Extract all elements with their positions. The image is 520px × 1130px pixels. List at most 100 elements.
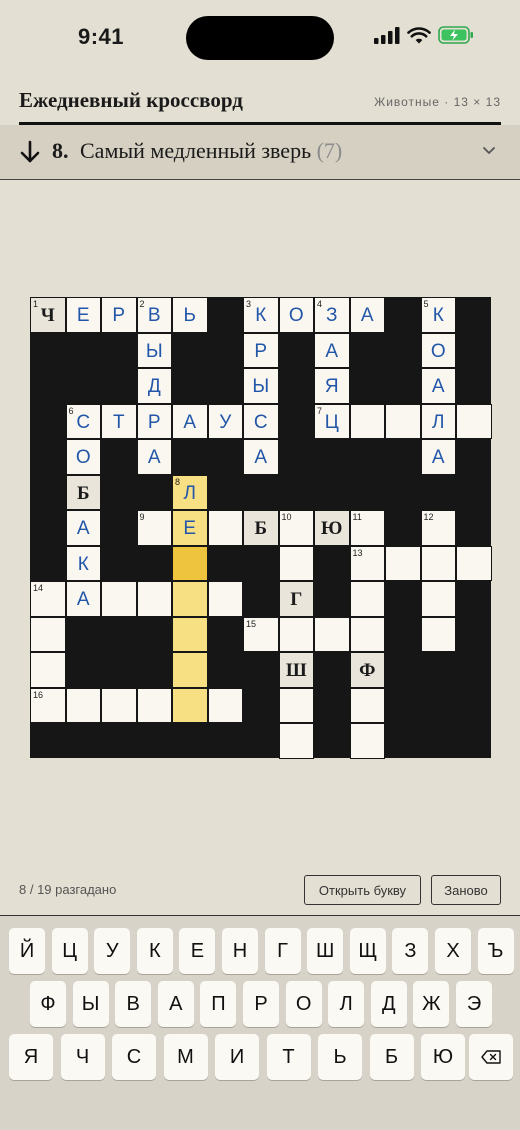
grid-cell[interactable]: 3К bbox=[243, 297, 279, 333]
grid-cell[interactable] bbox=[278, 545, 314, 581]
grid-cell[interactable] bbox=[172, 687, 208, 723]
grid-cell[interactable] bbox=[420, 616, 456, 652]
grid-cell[interactable] bbox=[65, 687, 101, 723]
key-Е[interactable]: Е bbox=[179, 928, 216, 974]
grid-cell[interactable] bbox=[349, 687, 385, 723]
grid-cell[interactable] bbox=[278, 616, 314, 652]
grid-cell[interactable]: Е bbox=[65, 297, 101, 333]
grid-cell[interactable]: Б bbox=[65, 474, 101, 510]
grid-cell[interactable]: О bbox=[65, 439, 101, 475]
key-О[interactable]: О bbox=[285, 981, 322, 1027]
grid-cell[interactable]: 15 bbox=[243, 616, 279, 652]
key-Ж[interactable]: Ж bbox=[413, 981, 450, 1027]
grid-cell[interactable] bbox=[172, 545, 208, 581]
key-Ю[interactable]: Ю bbox=[421, 1034, 465, 1080]
grid-cell[interactable]: О bbox=[278, 297, 314, 333]
key-З[interactable]: З bbox=[392, 928, 429, 974]
chevron-down-icon[interactable] bbox=[482, 146, 496, 156]
key-Х[interactable]: Х bbox=[435, 928, 471, 974]
key-В[interactable]: В bbox=[115, 981, 152, 1027]
grid-cell[interactable] bbox=[420, 545, 456, 581]
grid-cell[interactable]: А bbox=[314, 332, 350, 368]
grid-cell[interactable]: О bbox=[420, 332, 456, 368]
grid-cell[interactable]: Ь bbox=[172, 297, 208, 333]
grid-cell[interactable]: А bbox=[65, 510, 101, 546]
grid-cell[interactable]: Д bbox=[136, 368, 172, 404]
grid-cell[interactable] bbox=[456, 403, 492, 439]
grid-cell[interactable]: 5К bbox=[420, 297, 456, 333]
grid-cell[interactable]: А bbox=[243, 439, 279, 475]
grid-cell[interactable]: Т bbox=[101, 403, 137, 439]
grid-cell[interactable] bbox=[349, 616, 385, 652]
key-М[interactable]: М bbox=[163, 1034, 208, 1080]
reset-button[interactable]: Заново bbox=[431, 875, 501, 905]
grid-cell[interactable]: Б bbox=[243, 510, 279, 546]
grid-cell[interactable]: К bbox=[65, 545, 101, 581]
reveal-letter-button[interactable]: Открыть букву bbox=[304, 875, 421, 905]
grid-cell[interactable]: С bbox=[243, 403, 279, 439]
grid-cell[interactable]: 9 bbox=[136, 510, 172, 546]
grid-cell[interactable]: Г bbox=[278, 581, 314, 617]
grid-cell[interactable]: 2В bbox=[136, 297, 172, 333]
grid-cell[interactable] bbox=[385, 403, 421, 439]
key-И[interactable]: И bbox=[215, 1034, 259, 1080]
key-Н[interactable]: Н bbox=[222, 928, 258, 974]
key-Ф[interactable]: Ф bbox=[30, 981, 66, 1027]
grid-cell[interactable] bbox=[30, 616, 66, 652]
grid-cell[interactable] bbox=[456, 545, 492, 581]
key-Р[interactable]: Р bbox=[243, 981, 279, 1027]
key-Ш[interactable]: Ш bbox=[307, 928, 344, 974]
grid-cell[interactable]: А bbox=[136, 439, 172, 475]
key-Ч[interactable]: Ч bbox=[60, 1034, 105, 1080]
key-Й[interactable]: Й bbox=[9, 928, 45, 974]
grid-cell[interactable]: Ы bbox=[243, 368, 279, 404]
key-Щ[interactable]: Щ bbox=[349, 928, 386, 974]
grid-cell[interactable] bbox=[136, 687, 172, 723]
grid-cell[interactable]: Ю bbox=[314, 510, 350, 546]
grid-cell[interactable]: Я bbox=[314, 368, 350, 404]
key-Т[interactable]: Т bbox=[266, 1034, 311, 1080]
grid-cell[interactable]: А bbox=[420, 368, 456, 404]
grid-cell[interactable] bbox=[207, 581, 243, 617]
key-П[interactable]: П bbox=[200, 981, 237, 1027]
key-Л[interactable]: Л bbox=[328, 981, 365, 1027]
grid-cell[interactable] bbox=[278, 723, 314, 759]
grid-cell[interactable]: Ы bbox=[136, 332, 172, 368]
grid-cell[interactable]: 14 bbox=[30, 581, 66, 617]
grid-cell[interactable] bbox=[314, 616, 350, 652]
grid-cell[interactable] bbox=[136, 581, 172, 617]
grid-cell[interactable]: А bbox=[420, 439, 456, 475]
grid-cell[interactable]: 10 bbox=[278, 510, 314, 546]
grid-cell[interactable]: 12 bbox=[420, 510, 456, 546]
backspace-key[interactable] bbox=[469, 1034, 513, 1080]
grid-cell[interactable] bbox=[420, 581, 456, 617]
key-С[interactable]: С bbox=[112, 1034, 156, 1080]
grid-cell[interactable]: 7Ц bbox=[314, 403, 350, 439]
grid-cell[interactable]: Р bbox=[101, 297, 137, 333]
grid-cell[interactable]: 1Ч bbox=[30, 297, 66, 333]
grid-cell[interactable] bbox=[101, 687, 137, 723]
key-Г[interactable]: Г bbox=[264, 928, 301, 974]
key-У[interactable]: У bbox=[94, 928, 131, 974]
key-Я[interactable]: Я bbox=[9, 1034, 53, 1080]
key-Ъ[interactable]: Ъ bbox=[477, 928, 514, 974]
key-К[interactable]: К bbox=[136, 928, 173, 974]
grid-cell[interactable] bbox=[172, 616, 208, 652]
grid-cell[interactable]: Р bbox=[136, 403, 172, 439]
key-Ь[interactable]: Ь bbox=[318, 1034, 362, 1080]
grid-cell[interactable] bbox=[101, 581, 137, 617]
grid-cell[interactable]: Е bbox=[172, 510, 208, 546]
grid-cell[interactable]: А bbox=[65, 581, 101, 617]
grid-cell[interactable]: 16 bbox=[30, 687, 66, 723]
key-Б[interactable]: Б bbox=[369, 1034, 414, 1080]
grid-cell[interactable]: Р bbox=[243, 332, 279, 368]
grid-cell[interactable]: 8Л bbox=[172, 474, 208, 510]
grid-cell[interactable]: У bbox=[207, 403, 243, 439]
grid-cell[interactable]: 4З bbox=[314, 297, 350, 333]
grid-cell[interactable] bbox=[278, 687, 314, 723]
grid-cell[interactable] bbox=[349, 403, 385, 439]
key-Ы[interactable]: Ы bbox=[72, 981, 109, 1027]
grid-cell[interactable] bbox=[30, 652, 66, 688]
grid-cell[interactable] bbox=[385, 545, 421, 581]
grid-cell[interactable] bbox=[207, 687, 243, 723]
